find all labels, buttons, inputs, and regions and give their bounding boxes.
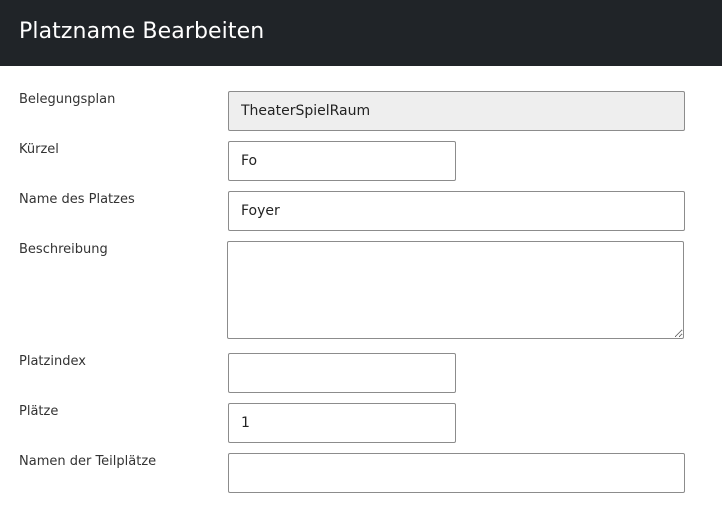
belegungsplan-label: Belegungsplan <box>19 92 116 107</box>
page-title: Platzname Bearbeiten <box>19 19 265 44</box>
teilplaetze-label: Namen der Teilplätze <box>19 454 157 469</box>
plaetze-label: Plätze <box>19 404 59 419</box>
page-header: Platzname Bearbeiten <box>0 0 722 66</box>
platzindex-input[interactable] <box>228 353 456 393</box>
belegungsplan-field[interactable] <box>228 91 685 131</box>
teilplaetze-input[interactable] <box>228 453 685 493</box>
kuerzel-label: Kürzel <box>19 142 59 157</box>
platzindex-label: Platzindex <box>19 354 86 369</box>
beschreibung-label: Beschreibung <box>19 242 108 257</box>
name-label: Name des Platzes <box>19 192 135 207</box>
beschreibung-textarea[interactable] <box>227 241 684 339</box>
kuerzel-input[interactable] <box>228 141 456 181</box>
name-input[interactable] <box>228 191 685 231</box>
plaetze-input[interactable] <box>228 403 456 443</box>
